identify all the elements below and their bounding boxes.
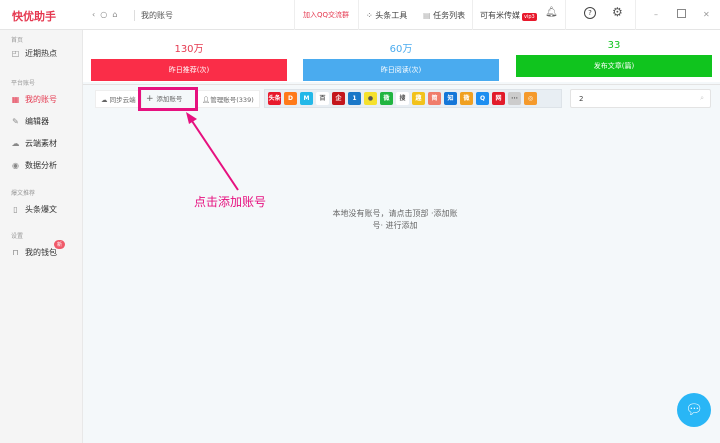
grid-icon: ▦ — [11, 95, 20, 104]
stat-recommend: 130万 昨日推荐(次) — [91, 40, 287, 81]
platform-icon[interactable]: 微 — [380, 92, 393, 105]
search-icon: ⌕ — [700, 94, 704, 102]
sidebar-item-hot[interactable]: ◰ 近期热点 — [11, 48, 57, 59]
section-platform: 平台账号 — [11, 80, 36, 87]
home-icon[interactable]: ⌂ — [112, 10, 117, 19]
close-icon[interactable]: ✕ — [703, 10, 710, 19]
platform-icon[interactable]: 简 — [428, 92, 441, 105]
platform-icon[interactable]: ··· — [508, 92, 521, 105]
sidebar-item-wallet[interactable]: ⊓ 我的钱包 — [11, 247, 57, 258]
cloud-icon: ☁ — [11, 139, 20, 148]
section-home: 首页 — [11, 37, 24, 44]
sidebar-item-analytics[interactable]: ◉ 数据分析 — [11, 160, 57, 171]
back-icon[interactable]: ‹ — [92, 10, 95, 19]
stats-panel: 130万 昨日推荐(次) 60万 昨日阅读(次) 33 发布文章(篇) — [83, 30, 720, 82]
grid-icon: ⁘ — [366, 11, 376, 20]
chat-button[interactable]: 💬︎ — [677, 393, 711, 427]
nav-buttons: ‹ ○ ⌂ — [92, 10, 117, 19]
help-icon[interactable]: ? — [584, 7, 596, 19]
platform-icon[interactable]: ● — [364, 92, 377, 105]
cloud-icon: ☁ — [101, 96, 110, 104]
platform-icon[interactable]: 搜 — [396, 92, 409, 105]
platform-icon[interactable]: 企 — [332, 92, 345, 105]
platform-icon[interactable]: 头条 — [268, 92, 281, 105]
empty-message: 本地没有账号，请点击顶部 ·添加账号· 进行添加 — [332, 209, 458, 230]
platform-icon[interactable]: 趣 — [412, 92, 425, 105]
qq-group-link[interactable]: 加入QQ交流群 — [303, 10, 349, 20]
sidebar: 首页 ◰ 近期热点 平台账号 ▦ 我的账号 ✎ 编辑器 ☁ 云端素材 ◉ 数据分析 爆文推… — [0, 30, 83, 443]
wallet-icon: ⊓ — [12, 248, 19, 257]
sidebar-item-editor[interactable]: ✎ 编辑器 — [11, 116, 49, 127]
platform-icon[interactable]: 1 — [348, 92, 361, 105]
vip-badge: vip3 — [522, 13, 537, 21]
sidebar-item-my-accounts[interactable]: ▦ 我的账号 — [11, 94, 57, 105]
settings-gear-icon[interactable]: ⚙ — [612, 5, 623, 19]
toutiao-tools-button[interactable]: ⁘ 头条工具 — [366, 10, 407, 21]
platform-icon[interactable]: D — [284, 92, 297, 105]
edit-icon: ✎ — [12, 117, 19, 126]
search-input[interactable]: 2 ⌕ — [570, 89, 711, 108]
platform-icon[interactable]: 网 — [492, 92, 505, 105]
manage-accounts-button[interactable]: 👤︎管理账号(339) — [196, 90, 260, 108]
stat-reads: 60万 昨日阅读(次) — [303, 40, 499, 81]
platform-icon[interactable]: 百 — [316, 92, 329, 105]
new-badge: 新 — [54, 240, 66, 249]
sync-cloud-button[interactable]: ☁ 同步云端 — [95, 90, 142, 108]
refresh-icon[interactable]: ○ — [100, 10, 107, 19]
stat-articles: 33 发布文章(篇) — [516, 40, 712, 77]
platform-icon[interactable]: ◎ — [524, 92, 537, 105]
section-settings: 设置 — [11, 233, 24, 240]
hot-icon: ◰ — [11, 49, 20, 58]
app-logo: 快优助手 — [12, 10, 56, 23]
add-account-highlight — [138, 87, 198, 111]
maximize-icon[interactable] — [677, 9, 686, 18]
platform-icon[interactable]: Q — [476, 92, 489, 105]
platform-icon[interactable]: 微 — [460, 92, 473, 105]
task-list-button[interactable]: ▤ 任务列表 — [423, 10, 465, 21]
platform-icon[interactable]: 知 — [444, 92, 457, 105]
eye-icon: ◉ — [12, 161, 19, 170]
annotation-text: 点击添加账号 — [194, 195, 267, 209]
platform-filter: 头条 D M 百企 1 ● 微搜趣简知微 Q 网 ··· ◎ — [264, 89, 562, 108]
section-articles: 爆文推荐 — [11, 190, 36, 197]
chat-icon: 💬︎ — [685, 402, 703, 418]
bell-icon[interactable]: 🔔︎ — [545, 7, 558, 18]
annotation-arrow — [186, 112, 239, 191]
platform-icon[interactable]: M — [300, 92, 313, 105]
user-menu[interactable]: 可有米传媒 vip3 — [480, 10, 537, 21]
breadcrumb: 我的账号 — [134, 10, 173, 21]
sidebar-item-cloud[interactable]: ☁ 云端素材 — [11, 138, 58, 149]
document-icon: ▯ — [13, 205, 18, 214]
minimize-icon[interactable]: – — [654, 10, 658, 19]
title-bar: 快优助手 ‹ ○ ⌂ 我的账号 加入QQ交流群 ⁘ 头条工具 ▤ 任务列表 可有… — [0, 0, 720, 30]
list-icon: ▤ — [423, 11, 434, 20]
sidebar-item-hot-articles[interactable]: ▯ 头条爆文 — [11, 204, 57, 215]
